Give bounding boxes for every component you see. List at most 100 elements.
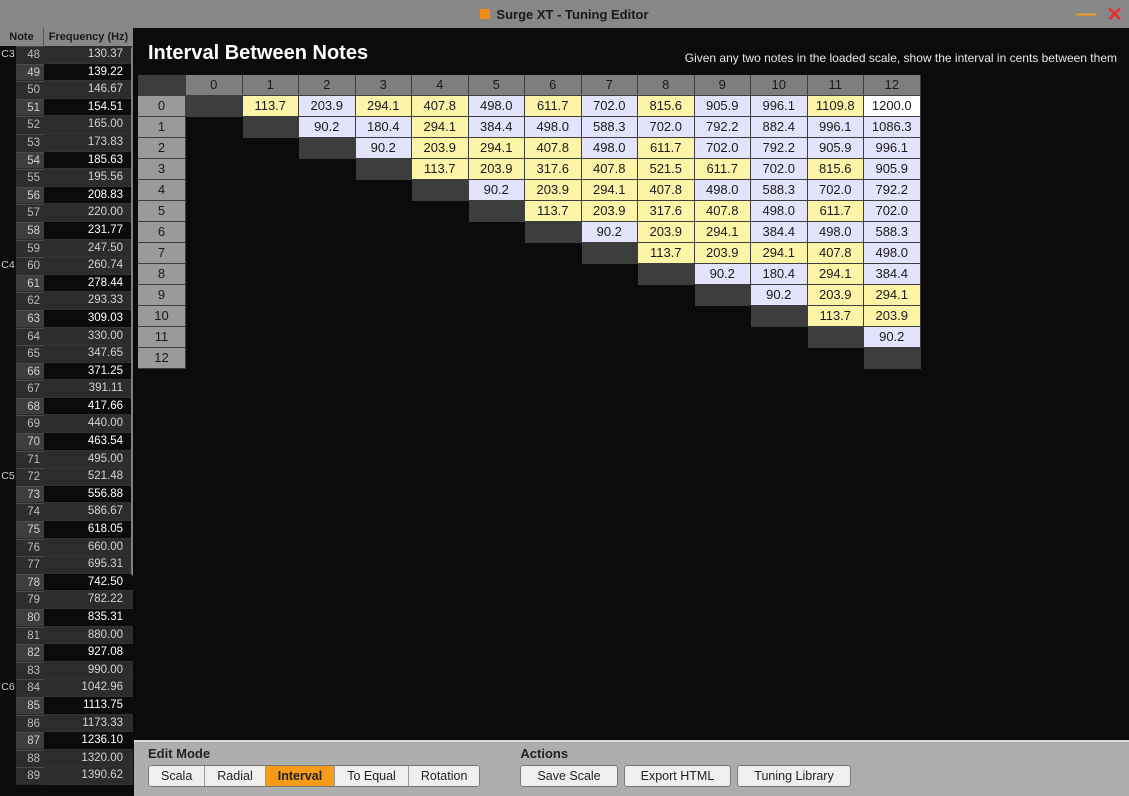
note-row[interactable]: 65347.65 bbox=[0, 345, 133, 363]
note-frequency: 371.25 bbox=[44, 363, 133, 381]
note-row[interactable]: 63309.03 bbox=[0, 310, 133, 328]
note-row[interactable]: 59247.50 bbox=[0, 240, 133, 258]
note-row[interactable]: C572521.48 bbox=[0, 468, 133, 486]
note-row[interactable]: 79782.22 bbox=[0, 591, 133, 609]
interval-cell: 384.4 bbox=[469, 117, 526, 138]
edit-mode-to-equal[interactable]: To Equal bbox=[335, 766, 409, 786]
note-row[interactable]: 69440.00 bbox=[0, 415, 133, 433]
note-row[interactable]: 62293.33 bbox=[0, 292, 133, 310]
sidebar-header-note: Note bbox=[0, 28, 44, 46]
note-row[interactable]: 78742.50 bbox=[0, 574, 133, 592]
note-number: 83 bbox=[16, 662, 44, 680]
note-row[interactable]: 57220.00 bbox=[0, 204, 133, 222]
note-row[interactable]: 74586.67 bbox=[0, 503, 133, 521]
note-row[interactable]: C6841042.96 bbox=[0, 679, 133, 697]
interval-cell: 113.7 bbox=[412, 159, 469, 180]
interval-cell: 203.9 bbox=[808, 285, 865, 306]
note-row[interactable]: 64330.00 bbox=[0, 328, 133, 346]
note-row[interactable]: 77695.31 bbox=[0, 556, 133, 574]
note-frequency: 835.31 bbox=[44, 609, 133, 627]
edit-mode-radial[interactable]: Radial bbox=[205, 766, 265, 786]
note-row[interactable]: 83990.00 bbox=[0, 662, 133, 680]
note-row[interactable]: 66371.25 bbox=[0, 363, 133, 381]
col-header: 12 bbox=[864, 75, 921, 96]
interval-cell: 113.7 bbox=[243, 96, 300, 117]
note-row[interactable]: 55195.56 bbox=[0, 169, 133, 187]
note-row[interactable]: 75618.05 bbox=[0, 521, 133, 539]
edit-mode-rotation[interactable]: Rotation bbox=[409, 766, 480, 786]
note-row[interactable]: 70463.54 bbox=[0, 433, 133, 451]
interval-cell bbox=[695, 285, 752, 306]
interval-cell: 113.7 bbox=[525, 201, 582, 222]
action-tuning-library[interactable]: Tuning Library bbox=[737, 765, 850, 787]
action-export-html[interactable]: Export HTML bbox=[624, 765, 732, 787]
interval-cell bbox=[299, 138, 356, 159]
note-row[interactable]: C460260.74 bbox=[0, 257, 133, 275]
note-number: 50 bbox=[16, 81, 44, 99]
note-frequency: 247.50 bbox=[44, 240, 133, 258]
interval-cell bbox=[808, 327, 865, 348]
minimize-button[interactable]: — bbox=[1076, 9, 1096, 19]
note-frequency: 495.00 bbox=[44, 451, 133, 469]
note-row[interactable]: 76660.00 bbox=[0, 539, 133, 557]
note-frequency: 293.33 bbox=[44, 292, 133, 310]
sidebar-rows[interactable]: C348130.3749139.2250146.6751154.5152165.… bbox=[0, 46, 133, 796]
note-row[interactable]: 54185.63 bbox=[0, 152, 133, 170]
note-row[interactable]: 61278.44 bbox=[0, 275, 133, 293]
note-row[interactable]: 881320.00 bbox=[0, 750, 133, 768]
interval-cell: 294.1 bbox=[469, 138, 526, 159]
note-row[interactable]: 50146.67 bbox=[0, 81, 133, 99]
note-row[interactable]: 67391.11 bbox=[0, 380, 133, 398]
octave-label bbox=[0, 328, 16, 346]
note-row[interactable]: 891390.62 bbox=[0, 767, 133, 785]
action-save-scale[interactable]: Save Scale bbox=[520, 765, 617, 787]
note-row[interactable]: 49139.22 bbox=[0, 64, 133, 82]
note-row[interactable]: 58231.77 bbox=[0, 222, 133, 240]
note-row[interactable]: 871236.10 bbox=[0, 732, 133, 750]
octave-label: C4 bbox=[0, 257, 16, 275]
sidebar-scrollbar[interactable] bbox=[131, 46, 133, 576]
octave-label bbox=[0, 767, 16, 785]
interval-cell: 905.9 bbox=[695, 96, 752, 117]
note-row[interactable]: 851113.75 bbox=[0, 697, 133, 715]
note-row[interactable]: 71495.00 bbox=[0, 451, 133, 469]
octave-label bbox=[0, 433, 16, 451]
octave-label bbox=[0, 292, 16, 310]
note-frequency: 927.08 bbox=[44, 644, 133, 662]
edit-mode-scala[interactable]: Scala bbox=[149, 766, 205, 786]
interval-cell: 203.9 bbox=[525, 180, 582, 201]
note-row[interactable]: 53173.83 bbox=[0, 134, 133, 152]
note-frequency: 165.00 bbox=[44, 116, 133, 134]
note-row[interactable]: 81880.00 bbox=[0, 627, 133, 645]
note-frequency: 391.11 bbox=[44, 380, 133, 398]
note-row[interactable]: 82927.08 bbox=[0, 644, 133, 662]
col-header: 1 bbox=[243, 75, 300, 96]
edit-mode-interval[interactable]: Interval bbox=[266, 766, 335, 786]
interval-cell: 792.2 bbox=[695, 117, 752, 138]
interval-cell bbox=[186, 96, 243, 117]
note-row[interactable]: 80835.31 bbox=[0, 609, 133, 627]
col-header: 8 bbox=[638, 75, 695, 96]
note-frequency: 440.00 bbox=[44, 415, 133, 433]
note-row[interactable]: 861173.33 bbox=[0, 715, 133, 733]
octave-label bbox=[0, 204, 16, 222]
note-number: 80 bbox=[16, 609, 44, 627]
note-row[interactable]: 73556.88 bbox=[0, 486, 133, 504]
note-row[interactable]: 56208.83 bbox=[0, 187, 133, 205]
note-row[interactable]: 68417.66 bbox=[0, 398, 133, 416]
note-frequency: 417.66 bbox=[44, 398, 133, 416]
close-button[interactable]: ✕ bbox=[1106, 2, 1123, 27]
note-number: 60 bbox=[16, 257, 44, 275]
row-header: 0 bbox=[138, 96, 186, 117]
interval-cell: 203.9 bbox=[582, 201, 639, 222]
note-row[interactable]: 52165.00 bbox=[0, 116, 133, 134]
note-frequency: 463.54 bbox=[44, 433, 133, 451]
interval-cell: 815.6 bbox=[638, 96, 695, 117]
note-row[interactable]: C348130.37 bbox=[0, 46, 133, 64]
note-row[interactable]: 51154.51 bbox=[0, 99, 133, 117]
interval-cell: 294.1 bbox=[864, 285, 921, 306]
note-number: 55 bbox=[16, 169, 44, 187]
note-frequency: 195.56 bbox=[44, 169, 133, 187]
octave-label bbox=[0, 644, 16, 662]
app-icon bbox=[480, 9, 490, 19]
